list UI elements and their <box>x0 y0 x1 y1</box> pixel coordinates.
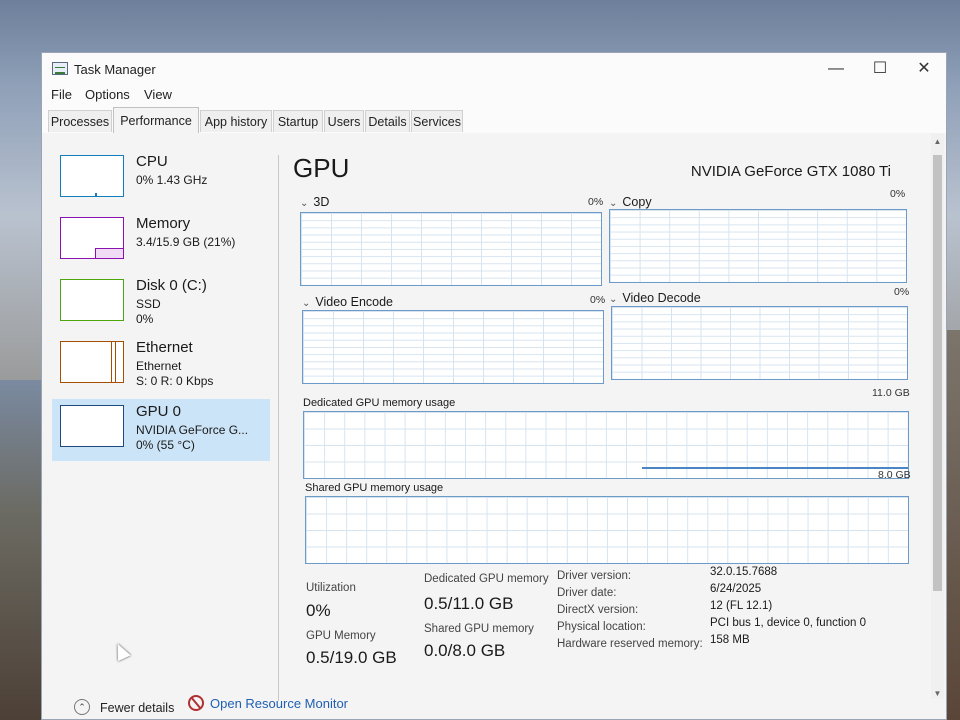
sidebar-item-name: Memory <box>136 215 191 232</box>
sidebar-item-detail: NVIDIA GeForce G... <box>136 423 249 437</box>
minimize-button[interactable]: — <box>814 57 858 81</box>
fewer-details-link[interactable]: Fewer details <box>100 701 174 715</box>
tab-details[interactable]: Details <box>365 110 410 132</box>
graph-3d <box>300 212 602 286</box>
driver-date-label: Driver date: <box>557 587 617 599</box>
tab-bar: Processes Performance App history Startu… <box>42 107 946 134</box>
title-bar: Task Manager — ☐ ✕ <box>42 53 946 85</box>
sidebar-item-detail: 3.4/15.9 GB (21%) <box>136 235 236 249</box>
tab-services[interactable]: Services <box>411 110 463 132</box>
directx-version-value: 12 (FL 12.1) <box>710 600 773 612</box>
cpu-thumbnail-graph <box>60 155 124 197</box>
hardware-reserved-memory-value: 158 MB <box>710 634 750 646</box>
driver-version-value: 32.0.15.7688 <box>710 566 778 578</box>
sidebar-item-disk[interactable]: Disk 0 (C:) SSD 0% <box>52 273 270 335</box>
scroll-up-arrow-icon[interactable]: ▲ <box>931 135 944 149</box>
graph-dedicated-memory <box>303 411 909 479</box>
graph-label-copy[interactable]: ⌄ Copy <box>609 195 652 209</box>
chevron-up-icon[interactable]: ⌃ <box>74 699 90 715</box>
ethernet-thumbnail-graph <box>60 341 124 383</box>
engine-name: Copy <box>622 195 652 209</box>
graph-video-encode <box>302 310 604 384</box>
menu-options[interactable]: Options <box>85 87 130 102</box>
disk-thumbnail-graph <box>60 279 124 321</box>
utilization-label: Utilization <box>306 582 356 594</box>
maximize-button[interactable]: ☐ <box>858 57 902 81</box>
physical-location-label: Physical location: <box>557 621 646 633</box>
shared-gpu-memory-value: 0.0/8.0 GB <box>424 641 506 660</box>
task-manager-icon <box>52 62 68 75</box>
sidebar-item-throughput: S: 0 R: 0 Kbps <box>136 374 214 388</box>
tab-app-history[interactable]: App history <box>200 110 272 132</box>
shared-memory-max: 8.0 GB <box>878 469 911 481</box>
engine-name: Video Encode <box>315 295 394 309</box>
gpu-model-name: NVIDIA GeForce GTX 1080 Ti <box>690 163 891 180</box>
close-button[interactable]: ✕ <box>902 57 946 81</box>
sidebar-item-cpu[interactable]: CPU 0% 1.43 GHz <box>52 149 270 211</box>
dedicated-memory-usage-line <box>642 467 908 469</box>
tab-startup[interactable]: Startup <box>273 110 323 132</box>
graph-percent-3d: 0% <box>588 196 604 208</box>
utilization-value: 0% <box>306 601 331 620</box>
sidebar-item-name: GPU 0 <box>136 403 182 420</box>
dedicated-gpu-memory-label: Dedicated GPU memory <box>424 573 549 585</box>
chevron-down-icon: ⌄ <box>609 294 618 305</box>
task-manager-window: Task Manager — ☐ ✕ File Options View Pro… <box>41 52 947 720</box>
directx-version-label: DirectX version: <box>557 604 639 616</box>
menu-bar: File Options View <box>42 85 946 107</box>
dedicated-gpu-memory-value: 0.5/11.0 GB <box>424 594 514 613</box>
page-title: GPU <box>293 153 350 183</box>
graph-label-video-decode[interactable]: ⌄ Video Decode <box>609 291 701 305</box>
graph-label-3d[interactable]: ⌄ 3D <box>300 195 329 209</box>
shared-memory-label: Shared GPU memory usage <box>305 482 444 494</box>
sidebar-item-detail: Ethernet <box>136 359 182 373</box>
dedicated-memory-max: 11.0 GB <box>872 387 910 399</box>
sidebar-item-detail: 0% 1.43 GHz <box>136 173 208 187</box>
engine-name: 3D <box>313 195 330 209</box>
sidebar-item-ethernet[interactable]: Ethernet Ethernet S: 0 R: 0 Kbps <box>52 335 270 397</box>
performance-panel: CPU 0% 1.43 GHz Memory 3.4/15.9 GB (21%)… <box>42 133 946 719</box>
resource-monitor-icon[interactable] <box>188 695 204 711</box>
memory-thumbnail-graph <box>60 217 124 259</box>
sidebar-item-detail: SSD <box>136 297 161 311</box>
physical-location-value: PCI bus 1, device 0, function 0 <box>710 617 866 629</box>
window-title: Task Manager <box>74 62 156 77</box>
graph-shared-memory <box>305 496 909 564</box>
sidebar-item-name: Ethernet <box>136 339 193 356</box>
driver-date-value: 6/24/2025 <box>710 583 762 595</box>
chevron-down-icon: ⌄ <box>300 198 309 209</box>
sidebar-item-name: CPU <box>136 153 168 170</box>
sidebar-item-name: Disk 0 (C:) <box>136 277 207 294</box>
tab-processes[interactable]: Processes <box>48 110 112 132</box>
shared-gpu-memory-label: Shared GPU memory <box>424 623 534 635</box>
graph-percent-video-decode: 0% <box>894 286 910 298</box>
tab-performance[interactable]: Performance <box>113 107 199 134</box>
driver-version-label: Driver version: <box>557 570 632 582</box>
graph-video-decode <box>611 306 908 380</box>
sidebar-item-gpu[interactable]: GPU 0 NVIDIA GeForce G... 0% (55 °C) <box>52 399 270 461</box>
engine-name: Video Decode <box>622 291 701 305</box>
footer-bar: ⌃ Fewer details Open Resource Monitor <box>42 683 946 719</box>
dedicated-memory-label: Dedicated GPU memory usage <box>303 397 456 409</box>
sidebar-item-usage: 0% (55 °C) <box>136 438 195 452</box>
graph-copy <box>609 209 907 283</box>
scrollbar-thumb[interactable] <box>933 155 942 591</box>
gpu-memory-value: 0.5/19.0 GB <box>306 648 397 667</box>
graph-percent-copy: 0% <box>890 188 906 200</box>
sidebar-item-usage: 0% <box>136 312 154 326</box>
open-resource-monitor-link[interactable]: Open Resource Monitor <box>210 696 348 711</box>
hardware-reserved-memory-label: Hardware reserved memory: <box>557 638 703 650</box>
panel-divider <box>278 155 279 701</box>
menu-file[interactable]: File <box>51 87 72 102</box>
graph-label-video-encode[interactable]: ⌄ Video Encode <box>302 295 393 309</box>
graph-percent-video-encode: 0% <box>590 294 606 306</box>
chevron-down-icon: ⌄ <box>302 298 311 309</box>
menu-view[interactable]: View <box>144 87 172 102</box>
tab-users[interactable]: Users <box>324 110 364 132</box>
chevron-down-icon: ⌄ <box>609 198 618 209</box>
gpu-memory-label: GPU Memory <box>306 630 376 642</box>
gpu-thumbnail-graph <box>60 405 124 447</box>
sidebar-item-memory[interactable]: Memory 3.4/15.9 GB (21%) <box>52 211 270 273</box>
